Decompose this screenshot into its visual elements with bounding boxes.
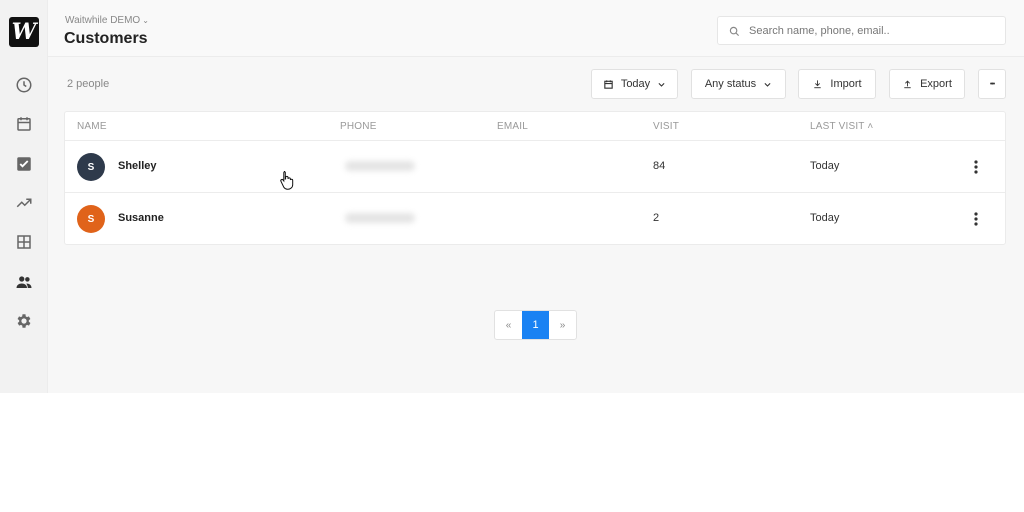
import-button[interactable]: Import xyxy=(798,69,876,99)
last-visit-label: LAST VISIT xyxy=(810,121,865,132)
prev-page-button[interactable]: « xyxy=(495,311,522,339)
status-filter-label: Any status xyxy=(704,78,757,90)
customers-table: NAME PHONE EMAIL VISIT LAST VISIT ˄ S Sh… xyxy=(64,111,1006,245)
org-switcher[interactable]: Waitwhile DEMO ⌄ xyxy=(65,15,149,26)
date-filter-button[interactable]: Today xyxy=(591,69,678,99)
page-title: Customers xyxy=(64,30,148,47)
table-row[interactable]: S Susanne 2 Today xyxy=(65,192,1005,244)
more-options-button[interactable]: ••• xyxy=(978,69,1006,99)
column-header-name[interactable]: NAME xyxy=(77,121,107,132)
column-header-email[interactable]: EMAIL xyxy=(497,121,528,132)
search-box[interactable] xyxy=(717,16,1006,45)
calendar-icon[interactable] xyxy=(12,112,36,136)
export-label: Export xyxy=(920,78,952,90)
org-name: Waitwhile DEMO xyxy=(65,15,141,26)
checkbox-icon[interactable] xyxy=(12,152,36,176)
calendar-icon xyxy=(604,79,613,89)
sort-asc-icon: ˄ xyxy=(867,121,874,132)
column-header-last-visit[interactable]: LAST VISIT ˄ xyxy=(810,121,873,132)
avatar-initial: S xyxy=(87,161,95,173)
last-visit: Today xyxy=(810,160,840,172)
status-filter-button[interactable]: Any status xyxy=(691,69,786,99)
waitwhile-logo[interactable]: W xyxy=(9,17,39,47)
table-row[interactable]: S Shelley 84 Today xyxy=(65,140,1005,192)
people-count: 2 people xyxy=(67,78,110,90)
pagination: « 1 » xyxy=(494,310,577,340)
phone-redacted xyxy=(345,161,415,171)
column-header-phone[interactable]: PHONE xyxy=(340,121,377,132)
sidebar: W xyxy=(0,0,48,393)
page-header: Waitwhile DEMO ⌄ Customers xyxy=(48,0,1024,57)
search-icon xyxy=(729,26,740,37)
more-icon: ••• xyxy=(989,80,995,88)
import-label: Import xyxy=(830,78,862,90)
page-button-current[interactable]: 1 xyxy=(522,311,549,339)
grid-icon[interactable] xyxy=(12,230,36,254)
export-button[interactable]: Export xyxy=(889,69,965,99)
last-visit: Today xyxy=(810,212,840,224)
avatar: S xyxy=(77,205,105,233)
chevron-down-icon xyxy=(764,82,771,87)
avatar-initial: S xyxy=(87,213,95,225)
search-input[interactable] xyxy=(749,21,999,41)
next-page-button[interactable]: » xyxy=(549,311,576,339)
row-menu-icon[interactable] xyxy=(970,157,982,177)
visit-count: 84 xyxy=(653,160,666,172)
chevron-down-icon: ⌄ xyxy=(142,16,149,25)
customer-name[interactable]: Susanne xyxy=(118,212,164,224)
upload-icon xyxy=(904,79,911,88)
hand-cursor-icon xyxy=(280,171,294,190)
avatar: S xyxy=(77,153,105,181)
trending-icon[interactable] xyxy=(12,191,36,215)
column-header-visit[interactable]: VISIT xyxy=(653,121,679,132)
date-filter-label: Today xyxy=(620,78,651,90)
people-icon[interactable] xyxy=(12,270,36,294)
app-window: W Waitwhile DEMO⌄ Customers 2 xyxy=(0,0,1024,393)
row-menu-icon[interactable] xyxy=(970,209,982,229)
visit-count: 2 xyxy=(653,212,660,224)
gear-icon[interactable] xyxy=(12,309,36,333)
download-icon xyxy=(814,79,822,88)
clock-icon[interactable] xyxy=(12,73,36,97)
phone-redacted xyxy=(345,213,415,223)
customer-name[interactable]: Shelley xyxy=(118,160,157,172)
chevron-down-icon xyxy=(658,82,665,87)
